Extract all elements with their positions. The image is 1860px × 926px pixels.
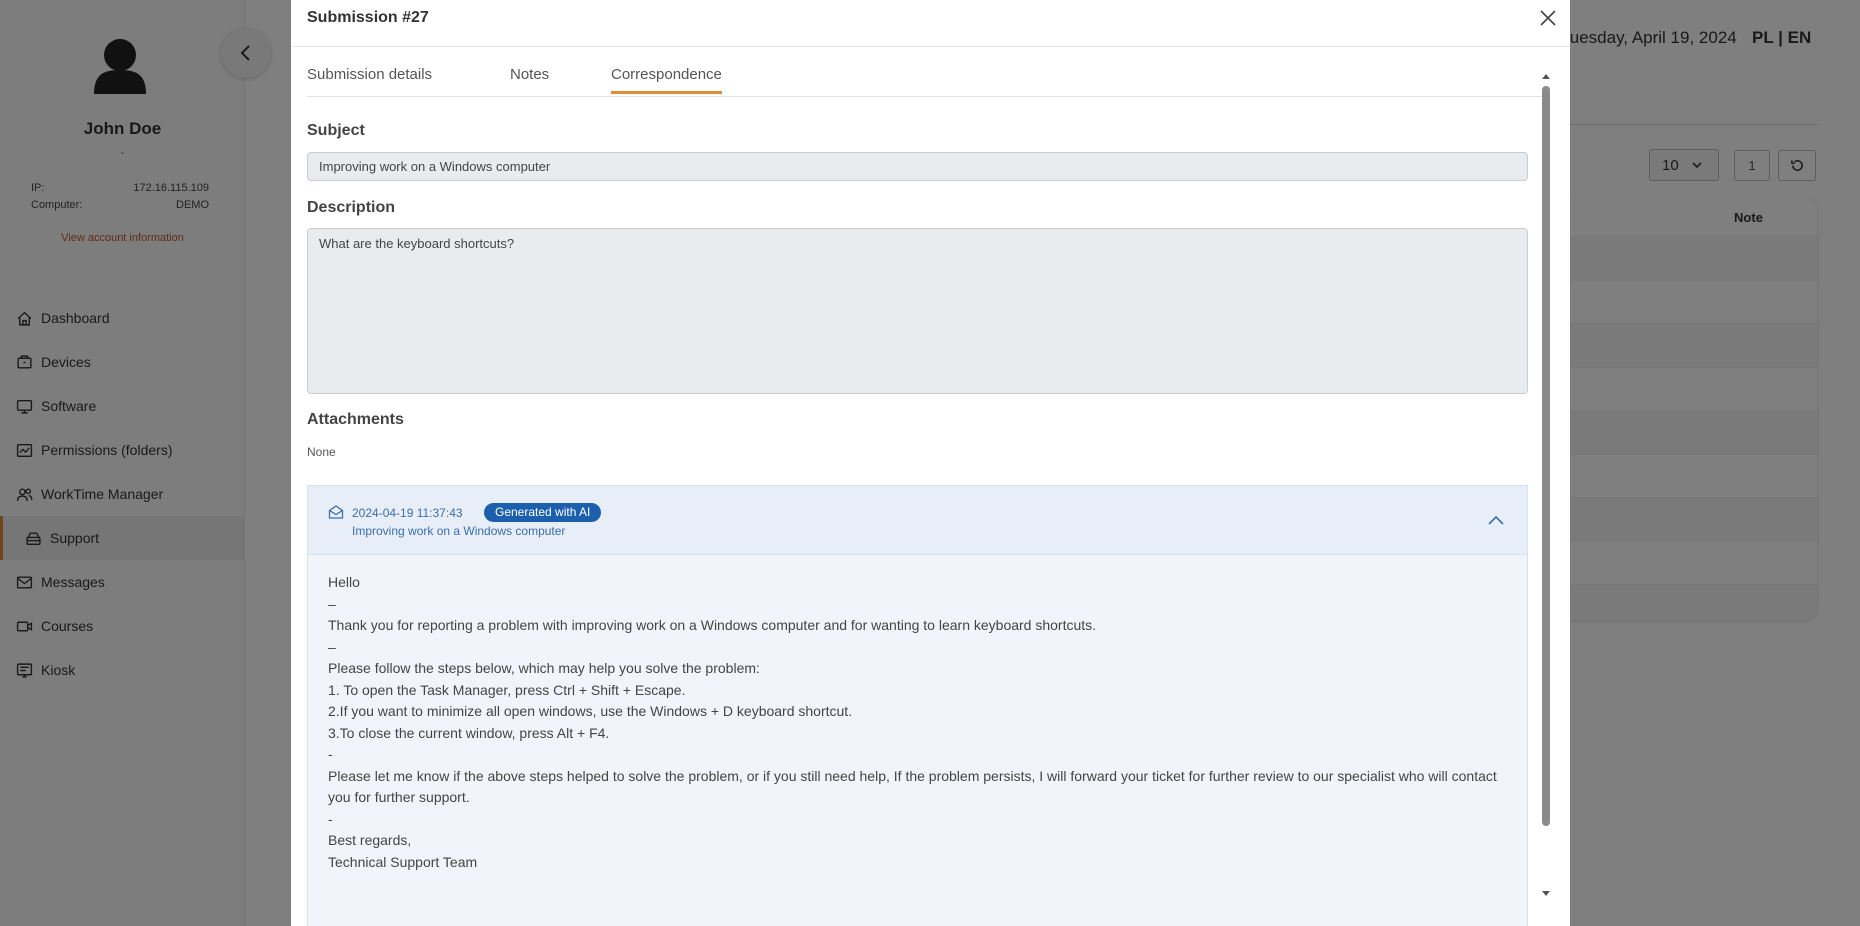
message-subject: Improving work on a Windows computer xyxy=(352,524,566,538)
message-header[interactable]: 2024-04-19 11:37:43 Generated with AI Im… xyxy=(308,486,1527,555)
modal-scrollbar[interactable] xyxy=(1539,70,1553,906)
modal-header: Submission #27 xyxy=(291,0,1570,47)
scroll-thumb[interactable] xyxy=(1542,86,1550,826)
scroll-down-arrow-icon[interactable] xyxy=(1539,888,1553,900)
collapse-message-button[interactable] xyxy=(1486,510,1506,530)
chevron-up-icon xyxy=(1488,515,1504,525)
description-field[interactable]: What are the keyboard shortcuts? xyxy=(307,228,1528,394)
description-label: Description xyxy=(307,199,396,216)
message-datetime: 2024-04-19 11:37:43 xyxy=(352,506,463,520)
close-button[interactable] xyxy=(1537,7,1559,29)
message-line: Technical Support Team xyxy=(328,853,478,870)
message-line: Hello xyxy=(328,574,360,590)
close-icon xyxy=(1540,10,1556,26)
scroll-up-arrow-icon[interactable] xyxy=(1539,70,1553,82)
ai-generated-badge: Generated with AI xyxy=(484,503,602,522)
submission-modal: Submission #27 Submission details Notes … xyxy=(291,0,1570,926)
attachments-value: None xyxy=(307,445,336,459)
message-line: - xyxy=(328,746,333,762)
message-line: Best regards, xyxy=(328,832,412,848)
message-line: 3.To close the current window, press Alt… xyxy=(328,724,610,741)
message-line: Please follow the steps below, which may… xyxy=(328,660,760,676)
subject-field[interactable]: Improving work on a Windows computer xyxy=(307,152,1528,181)
envelope-open-icon xyxy=(328,505,344,519)
correspondence-message: 2024-04-19 11:37:43 Generated with AI Im… xyxy=(307,485,1528,926)
message-line: – xyxy=(328,638,336,655)
tab-submission-details[interactable]: Submission details xyxy=(307,66,432,93)
attachments-label: Attachments xyxy=(307,411,404,428)
modal-title: Submission #27 xyxy=(307,9,429,26)
message-line: – xyxy=(328,595,336,612)
subject-label: Subject xyxy=(307,122,365,139)
message-line: 1. To open the Task Manager, press Ctrl … xyxy=(328,681,686,698)
message-line: Thank you for reporting a problem with i… xyxy=(328,617,1097,633)
tab-notes[interactable]: Notes xyxy=(510,66,549,93)
message-line: Please let me know if the above steps he… xyxy=(328,767,1497,806)
modal-tabs: Submission details Notes Correspondence xyxy=(307,57,1543,97)
tab-correspondence[interactable]: Correspondence xyxy=(611,66,722,94)
message-body: Hello – Thank you for reporting a proble… xyxy=(328,572,1508,873)
message-line: - xyxy=(328,810,333,827)
message-line: 2.If you want to minimize all open windo… xyxy=(328,703,853,719)
